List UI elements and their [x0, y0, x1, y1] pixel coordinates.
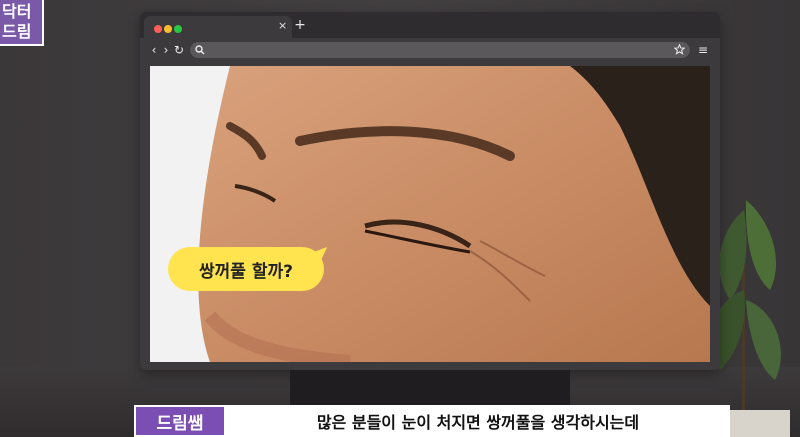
browser-window: × + ‹ › ↻ ≡ 쌍꺼풀 할까? — [140, 12, 720, 370]
close-icon[interactable]: × — [278, 19, 287, 32]
logo-line-1: 닥터 — [2, 2, 32, 21]
browser-tab[interactable]: × — [144, 16, 292, 38]
face-closeup-image — [150, 66, 710, 362]
subtitle-bar: 드림쌤 많은 분들이 눈이 처지면 쌍꺼풀을 생각하시는데 — [134, 405, 730, 437]
browser-titlebar: × + — [140, 12, 720, 38]
reload-icon[interactable]: ↻ — [173, 42, 185, 58]
address-bar[interactable] — [190, 42, 690, 58]
speaker-tag: 드림쌤 — [134, 405, 226, 437]
video-frame: 쌍꺼풀 할까? — [150, 66, 710, 362]
subtitle-caption: 많은 분들이 눈이 처지면 쌍꺼풀을 생각하시는데 — [316, 413, 640, 432]
logo-line-2: 드림 — [2, 22, 32, 41]
menu-icon[interactable]: ≡ — [698, 42, 710, 58]
channel-logo: 닥터 드림 — [0, 0, 44, 46]
star-icon[interactable] — [674, 44, 685, 55]
speech-bubble-text: 쌍꺼풀 할까? — [199, 261, 293, 282]
search-icon — [195, 45, 205, 55]
minimize-window-icon[interactable] — [164, 25, 172, 33]
monitor-stand — [290, 370, 570, 406]
back-icon[interactable]: ‹ — [148, 42, 160, 58]
speaker-name: 드림쌤 — [156, 413, 204, 434]
forward-icon[interactable]: › — [160, 42, 172, 58]
speech-bubble: 쌍꺼풀 할까? — [168, 247, 324, 291]
plus-icon[interactable]: + — [292, 16, 308, 34]
browser-toolbar: ‹ › ↻ ≡ — [140, 38, 720, 62]
close-window-icon[interactable] — [154, 25, 162, 33]
maximize-window-icon[interactable] — [174, 25, 182, 33]
